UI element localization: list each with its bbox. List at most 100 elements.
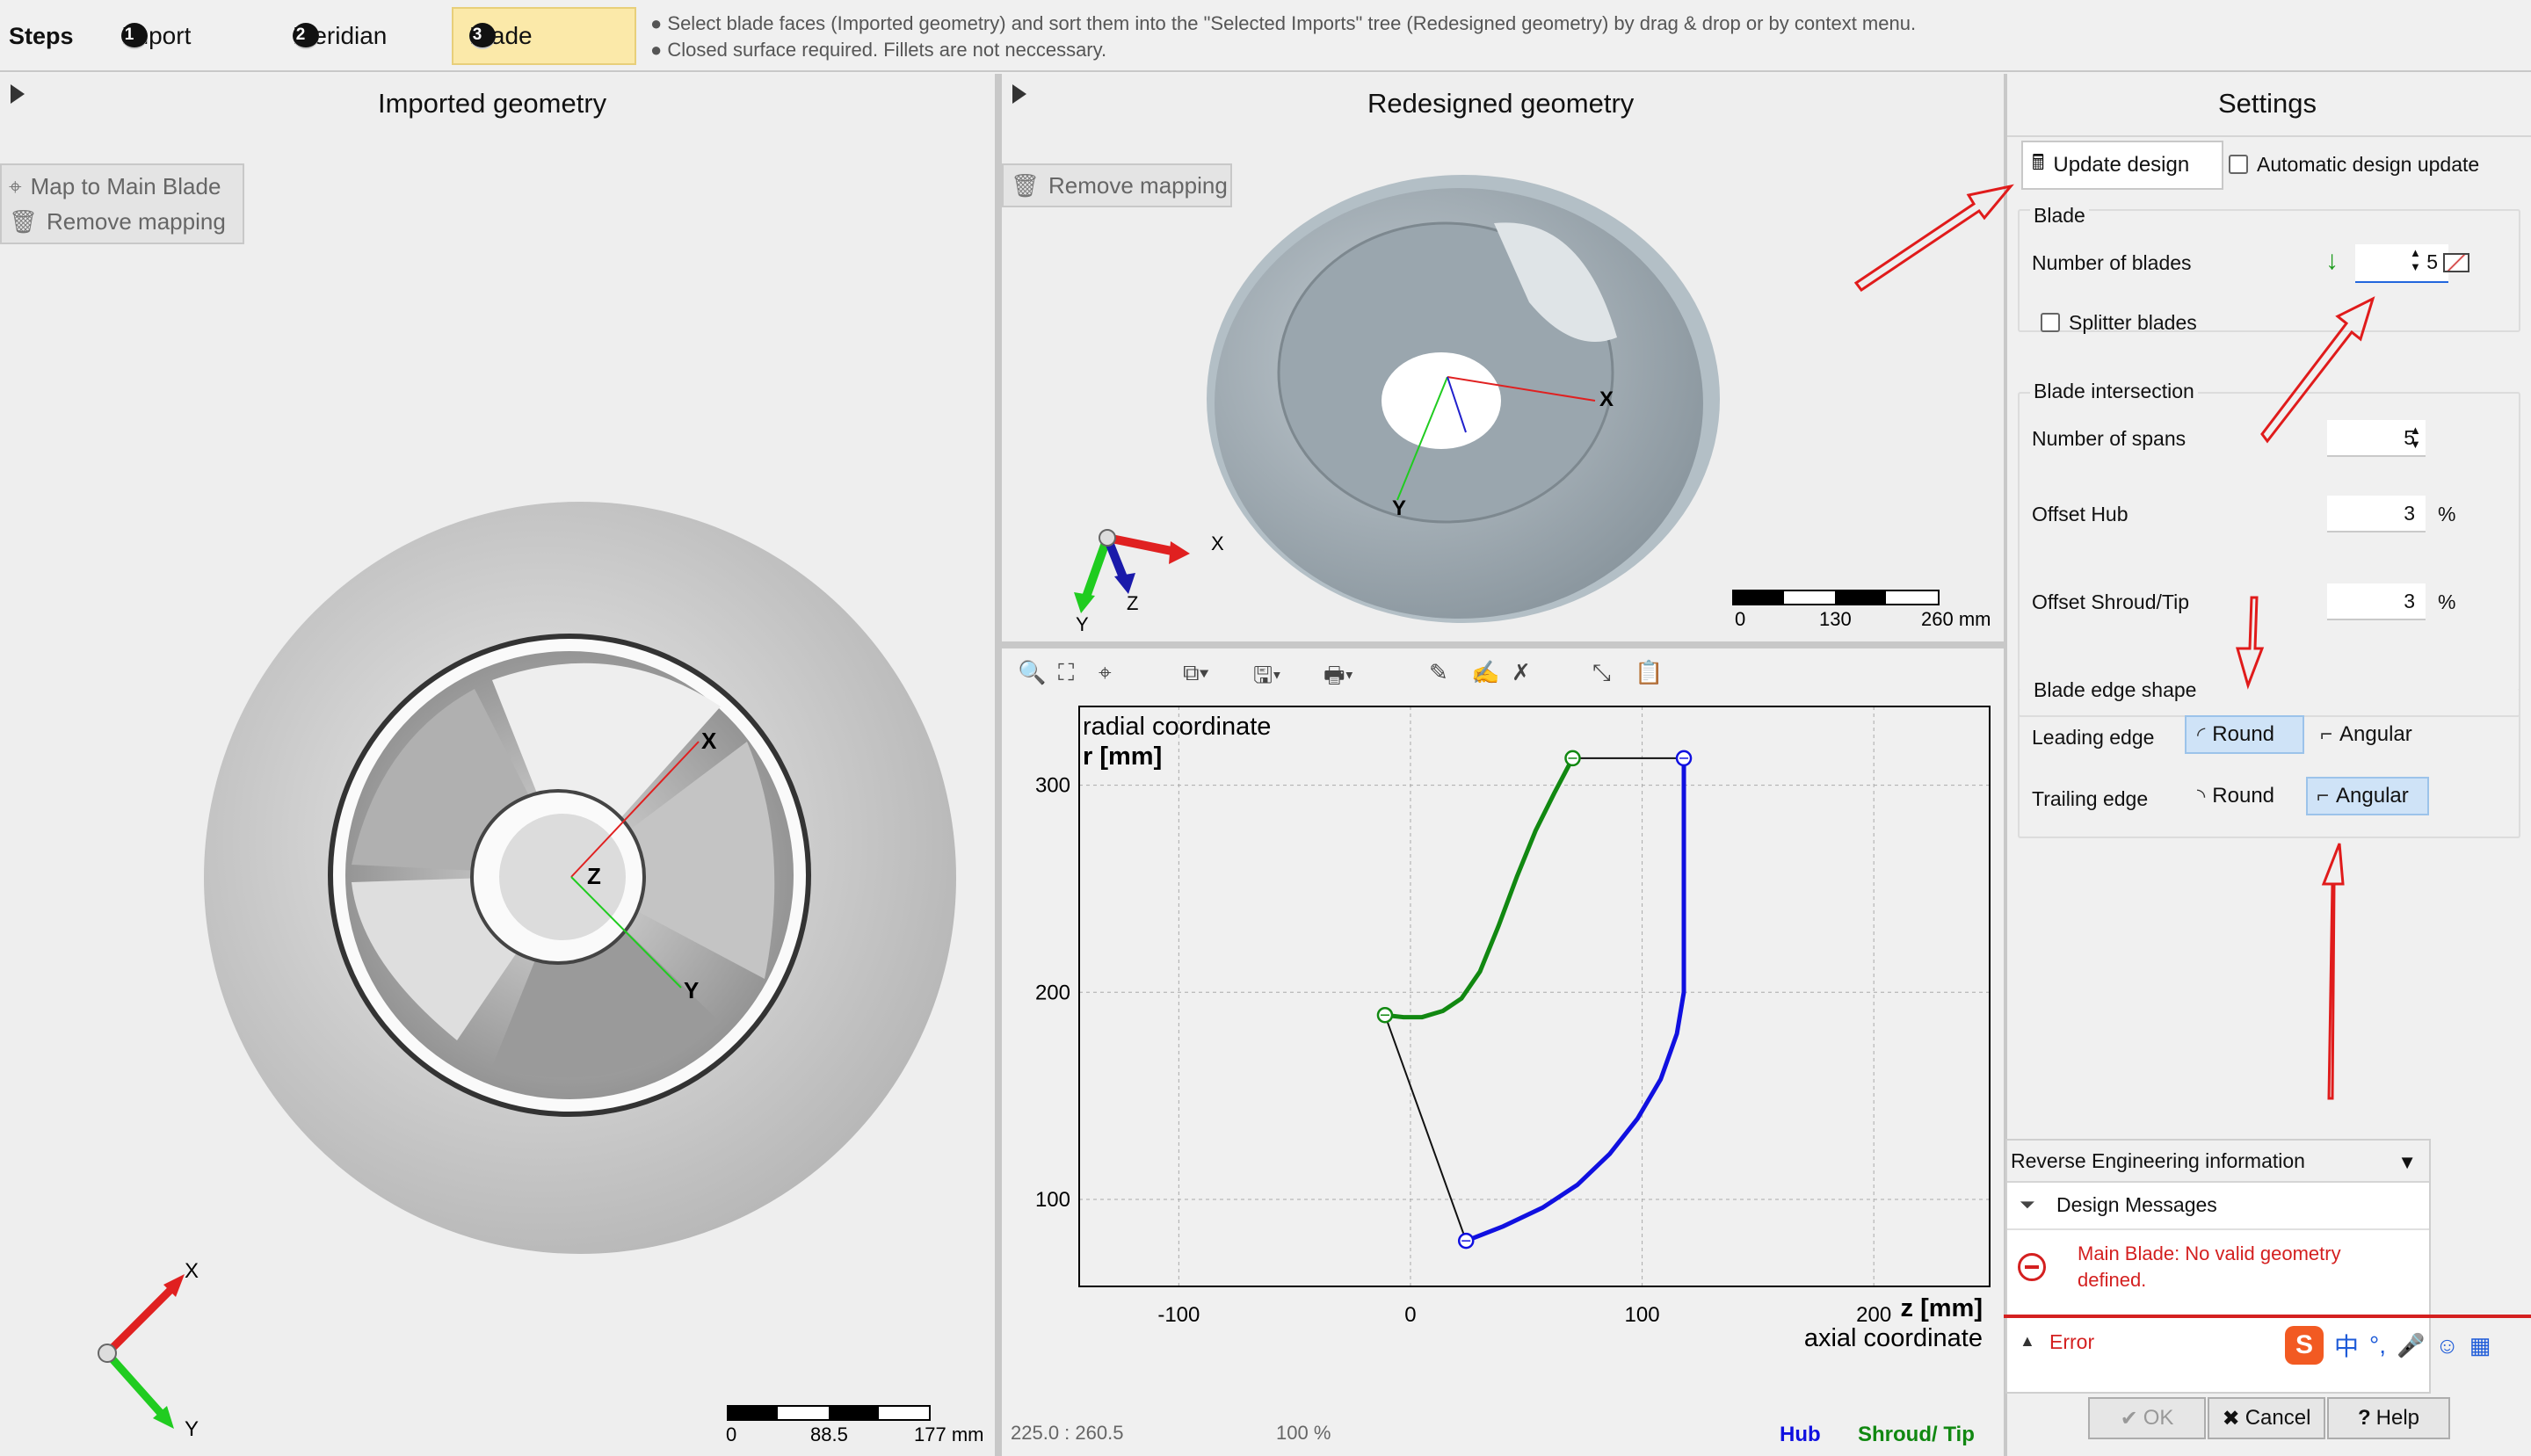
button-label: Round [2212, 784, 2275, 808]
button-label: Angular [2339, 722, 2412, 746]
scale-tick-1: 88.5 [810, 1423, 848, 1445]
meridian-plot-panel: 🔍 ⛶ ⌖ ⧉▾ 🖫▾ 🖶▾ ✎ ✍ ✗ ⤡ 📋 -100 0 100 200 100 2… [1002, 648, 2004, 1456]
percent-unit: % [2438, 590, 2456, 613]
error-message-line2: defined. [2078, 1269, 2147, 1291]
scale-segment [728, 1406, 778, 1420]
panel-splitter[interactable] [1002, 641, 2004, 648]
angular-edge-icon: ⌐ [2317, 784, 2330, 808]
group-title: Blade [2030, 204, 2089, 228]
divider [2007, 135, 2531, 137]
error-icon [2018, 1253, 2046, 1281]
user-icon[interactable]: ☺ [2435, 1332, 2459, 1359]
update-design-button[interactable]: 🖩 Update design [2021, 141, 2223, 190]
ok-button[interactable]: ✔ OK [2088, 1397, 2206, 1439]
scale-segment [1733, 590, 1784, 605]
coordinate-readout: 225.0 : 260.5 [1011, 1422, 1123, 1444]
button-label: Update design [2053, 153, 2190, 177]
axis-z-label: Z [587, 863, 601, 889]
spin-arrows-icon[interactable]: ▲ ▼ [2410, 246, 2421, 274]
imported-3d-view[interactable]: X Y Z X Y 0 88.5 177 mm [0, 74, 995, 1456]
help-button[interactable]: ? Help [2327, 1397, 2450, 1439]
scale-tick-1: 130 [1819, 608, 1852, 630]
num-blades-input[interactable]: 5 [2355, 244, 2448, 283]
step-blade[interactable]: 3 Blade [452, 7, 636, 65]
button-label: Help [2375, 1406, 2420, 1430]
offset-hub-input[interactable]: 3 [2327, 496, 2426, 532]
num-spans-label: Number of spans [2032, 427, 2187, 450]
calculator-icon: 🖩 [2032, 150, 2045, 175]
help-icon: ? [2357, 1406, 2371, 1430]
splitter-checkbox[interactable] [2041, 313, 2060, 332]
angular-edge-icon: ⌐ [2320, 722, 2333, 746]
trailing-angular-button[interactable]: ⌐ Angular [2306, 777, 2429, 815]
punctuation-icon[interactable]: °, [2369, 1331, 2386, 1359]
scale-tick-0: 0 [726, 1423, 736, 1445]
microphone-icon[interactable]: 🎤 [2397, 1332, 2425, 1359]
leading-round-button[interactable]: ◜ Round [2185, 715, 2304, 754]
ime-logo-icon[interactable]: S [2285, 1326, 2324, 1365]
triad-origin [98, 1344, 117, 1363]
triad-origin [1099, 529, 1116, 547]
check-icon: ✔ [2120, 1406, 2138, 1431]
hub-bore [1382, 352, 1501, 449]
num-blades-label: Number of blades [2032, 251, 2192, 274]
filter-icon[interactable]: ⏷ [2020, 1193, 2035, 1216]
grid-icon[interactable]: ▦ [2469, 1332, 2491, 1359]
dropdown-arrow-icon[interactable]: ▼ [2397, 1151, 2417, 1174]
trailing-round-button[interactable]: ◝ Round [2185, 777, 2304, 815]
x-axis-title: axial coordinate [1804, 1324, 1983, 1352]
legend-hub: Hub [1780, 1423, 1821, 1446]
x-tick-label: 100 [1625, 1303, 1660, 1327]
auto-update-checkbox[interactable] [2229, 155, 2248, 174]
design-messages-label: Design Messages [2056, 1193, 2217, 1216]
leading-edge-label: Leading edge [2032, 726, 2155, 749]
step-number: 1 [121, 23, 148, 49]
round-edge-icon: ◝ [2197, 784, 2206, 808]
x-axis-unit: z [mm] [1901, 1294, 1983, 1322]
offset-shroud-input[interactable]: 3 [2327, 583, 2426, 620]
redesigned-geometry-panel[interactable]: Redesigned geometry 🗑 Remove mapping X Y … [1002, 74, 2004, 641]
axis-x-label: X [1599, 388, 1614, 411]
splitter-label: Splitter blades [2069, 311, 2197, 334]
triad-y-arrow [1081, 536, 1112, 601]
series-line-hub[interactable] [1465, 757, 1686, 1243]
settings-panel: Settings 🖩 Update design Automatic design… [2004, 74, 2531, 1456]
offset-shroud-label: Offset Shroud/Tip [2032, 590, 2189, 613]
meridian-chart[interactable]: -100 0 100 200 100 200 300 radial coordinate r… [1002, 648, 2004, 1456]
button-label: OK [2143, 1406, 2174, 1430]
blade-view-icon[interactable] [2443, 253, 2469, 272]
step-number: 2 [293, 23, 319, 49]
step-import[interactable]: 1 Import [105, 7, 246, 65]
ime-language-toggle[interactable]: 中 [2334, 1328, 2359, 1363]
offset-hub-label: Offset Hub [2032, 503, 2129, 525]
spin-arrows-icon[interactable]: ▲ ▼ [2410, 424, 2421, 452]
collapse-arrow-icon[interactable]: ▲ [2020, 1332, 2035, 1351]
cancel-button[interactable]: ✖ Cancel [2208, 1397, 2325, 1439]
panel-splitter[interactable] [995, 74, 1002, 1456]
error-separator [2004, 1315, 2531, 1318]
step-meridian[interactable]: 2 Meridian [277, 7, 444, 65]
connector-line[interactable] [1384, 1014, 1468, 1242]
redesigned-3d-view[interactable]: X Y X Y Z 0 130 260 mm [1002, 74, 2004, 641]
triad-x-label: X [1211, 532, 1224, 554]
close-icon: ✖ [2222, 1406, 2240, 1431]
group-title: Blade edge shape [2030, 678, 2201, 702]
y-tick-label: 200 [1035, 981, 1070, 1004]
chart-grid [1079, 706, 1990, 1286]
reverse-engineering-title: Reverse Engineering information [2011, 1149, 2305, 1172]
leading-angular-button[interactable]: ⌐ Angular [2311, 715, 2431, 754]
down-arrow-icon[interactable]: ↓ [2325, 246, 2339, 276]
triad-x-arrow [1106, 533, 1178, 556]
y-tick-label: 100 [1035, 1188, 1070, 1212]
series-line-shroud-tip[interactable] [1384, 757, 1575, 1020]
axis-y-label: Y [1392, 496, 1406, 520]
error-label: Error [2049, 1330, 2095, 1353]
reverse-engineering-header[interactable]: Reverse Engineering information ▼ [2007, 1141, 2429, 1183]
axis-x-label: X [701, 728, 717, 754]
imported-geometry-panel[interactable]: Imported geometry ⌖ Map to Main Blade 🗑 Re… [0, 74, 995, 1456]
blade-edge-group [2018, 689, 2520, 838]
error-message-line1: Main Blade: No valid geometry [2078, 1242, 2341, 1264]
axis-y-label: Y [684, 977, 699, 1003]
triad-y-arrowhead [1074, 592, 1095, 613]
x-tick-label: 200 [1856, 1303, 1891, 1327]
